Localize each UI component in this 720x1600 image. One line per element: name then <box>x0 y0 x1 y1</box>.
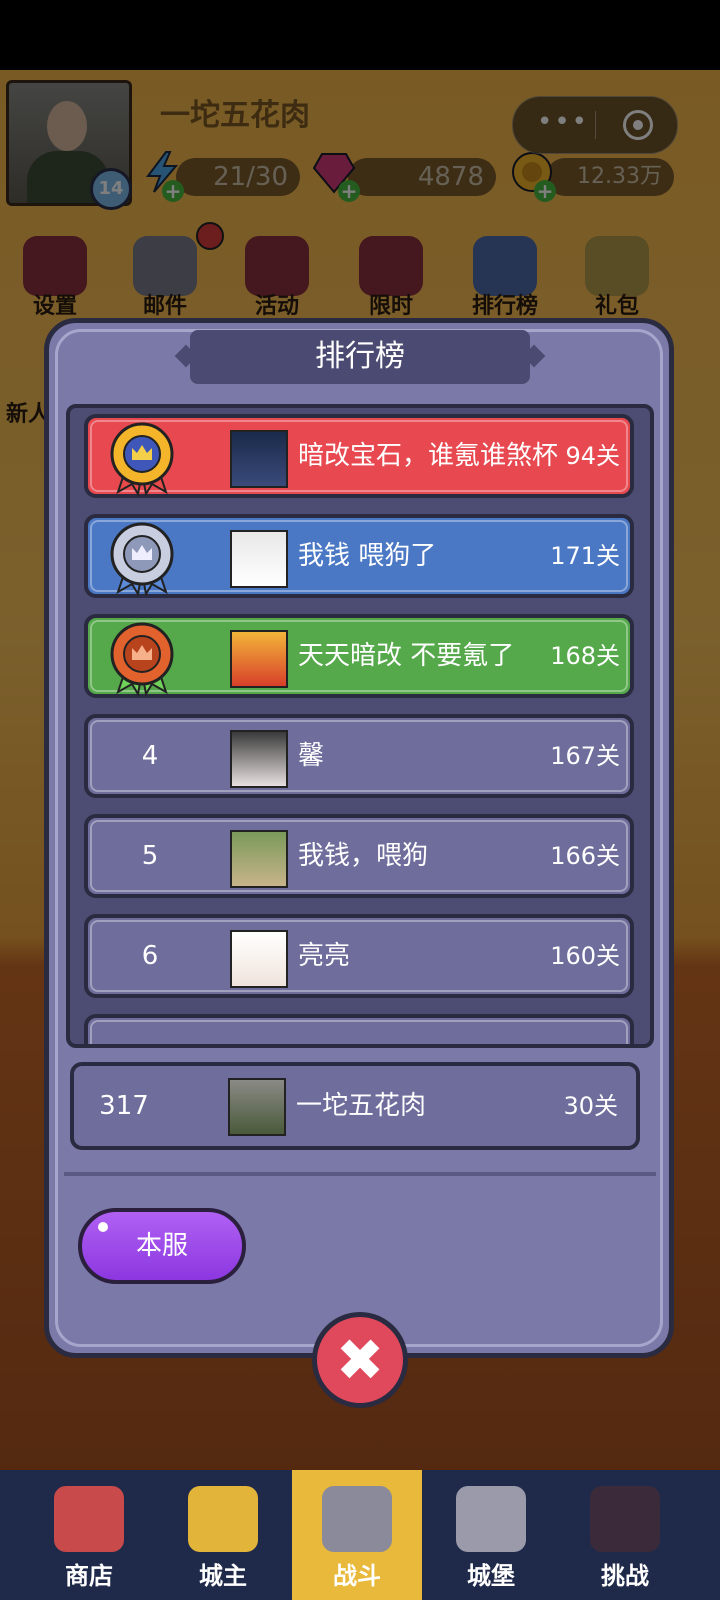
leaderboard-row-partial[interactable] <box>84 1014 634 1044</box>
avatar <box>230 930 288 988</box>
player-name: 我钱，喂狗 <box>298 841 429 871</box>
avatar <box>230 730 288 788</box>
close-icon: ✖ <box>335 1326 385 1394</box>
score: 166关 <box>550 842 620 870</box>
crown-icon <box>188 1486 258 1552</box>
bronze-medal-icon <box>102 620 182 697</box>
crossed-swords-icon <box>322 1486 392 1552</box>
my-name: 一坨五花肉 <box>296 1091 427 1121</box>
score: 94关 <box>565 442 620 470</box>
nav-lord[interactable]: 城主 <box>158 1470 288 1600</box>
leaderboard-row[interactable]: 暗改宝石，谁氪谁煞杯 94关 <box>84 414 634 498</box>
leaderboard-title: 排行榜 <box>190 330 530 384</box>
nav-shop-label: 商店 <box>65 1562 113 1590</box>
player-name: 亮亮 <box>298 941 351 971</box>
avatar <box>230 430 288 488</box>
player-name: 天天暗改 不要氪了 <box>298 641 515 671</box>
nav-castle[interactable]: 城堡 <box>426 1470 556 1600</box>
avatar <box>230 630 288 688</box>
leaderboard-row[interactable]: 4 馨 167关 <box>84 714 634 798</box>
close-button[interactable]: ✖ <box>312 1312 408 1408</box>
server-filter-label: 本服 <box>135 1231 188 1261</box>
nav-challenge[interactable]: 挑战 <box>560 1470 690 1600</box>
leaderboard-list[interactable]: 暗改宝石，谁氪谁煞杯 94关 我钱 喂狗了 171关 天天暗改 不要氪了 168… <box>66 404 654 1048</box>
nav-battle-label: 战斗 <box>333 1562 381 1590</box>
nav-lord-label: 城主 <box>199 1562 247 1590</box>
leaderboard-row[interactable]: 天天暗改 不要氪了 168关 <box>84 614 634 698</box>
my-avatar <box>228 1078 286 1136</box>
leaderboard-row[interactable]: 5 我钱，喂狗 166关 <box>84 814 634 898</box>
score: 168关 <box>550 642 620 670</box>
demon-icon <box>590 1486 660 1552</box>
rank-number: 4 <box>141 741 159 771</box>
leaderboard-row[interactable]: 我钱 喂狗了 171关 <box>84 514 634 598</box>
gold-medal-icon <box>102 420 182 497</box>
player-name: 我钱 喂狗了 <box>298 541 437 571</box>
player-name: 暗改宝石，谁氪谁煞杯 <box>298 441 559 471</box>
player-name: 馨 <box>298 741 325 771</box>
silver-medal-icon <box>102 520 182 597</box>
rank-number: 5 <box>141 841 159 871</box>
castle-icon <box>456 1486 526 1552</box>
my-score: 30关 <box>563 1092 618 1120</box>
nav-castle-label: 城堡 <box>467 1562 515 1590</box>
my-rank-number: 317 <box>99 1091 149 1121</box>
divider <box>64 1172 656 1176</box>
avatar <box>230 530 288 588</box>
score: 167关 <box>550 742 620 770</box>
score: 160关 <box>550 942 620 970</box>
score: 171关 <box>550 542 620 570</box>
nav-battle[interactable]: 战斗 <box>292 1470 422 1600</box>
avatar <box>230 830 288 888</box>
rank-number: 6 <box>141 941 159 971</box>
my-rank-row: 317 一坨五花肉 30关 <box>70 1062 640 1150</box>
nav-shop[interactable]: 商店 <box>24 1470 154 1600</box>
server-filter-button[interactable]: 本服 <box>78 1208 246 1284</box>
leaderboard-row[interactable]: 6 亮亮 160关 <box>84 914 634 998</box>
nav-challenge-label: 挑战 <box>601 1562 649 1590</box>
shop-icon <box>54 1486 124 1552</box>
